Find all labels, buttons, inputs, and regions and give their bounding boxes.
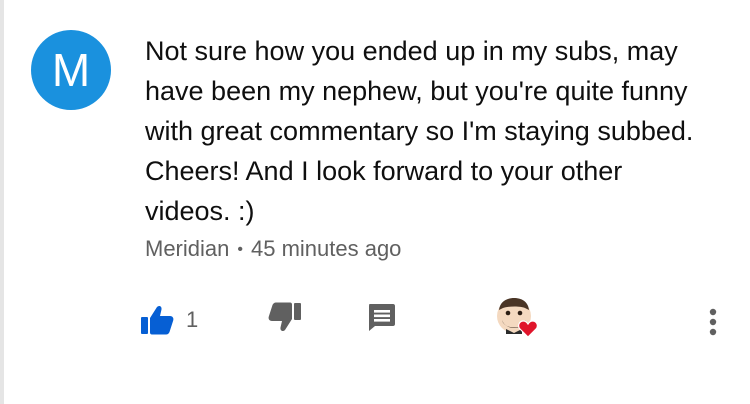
creator-heart-badge [494,296,544,346]
thumbs-up-icon [141,305,174,335]
comment-line: with great commentary so I'm staying sub… [145,116,694,146]
meta-separator: • [237,241,243,258]
comment-icon [369,304,395,331]
more-vertical-icon [709,308,717,336]
comment-line: Not sure how you ended up in my subs, ma… [145,36,678,66]
comment-line: have been my nephew, but you're quite fu… [145,76,688,106]
comment-meta: Meridian • 45 minutes ago [145,236,401,262]
reply-button[interactable] [366,302,406,342]
dislike-button[interactable] [268,302,308,342]
comment-line: Cheers! And I look forward to your other [145,156,623,186]
thumbs-down-icon [268,302,301,332]
comment-action-bar: 1 [0,290,750,350]
comment-timestamp: 45 minutes ago [250,236,402,261]
author-name[interactable]: Meridian [145,236,229,261]
like-count: 1 [186,307,199,332]
comment-line: videos. :) [145,196,255,226]
avatar[interactable]: M [31,30,111,110]
like-button[interactable]: 1 [140,298,220,342]
avatar-letter: M [51,44,91,96]
heart-icon [518,320,538,338]
more-options-button[interactable] [698,302,728,342]
comment-text: Not sure how you ended up in my subs, ma… [145,31,725,231]
